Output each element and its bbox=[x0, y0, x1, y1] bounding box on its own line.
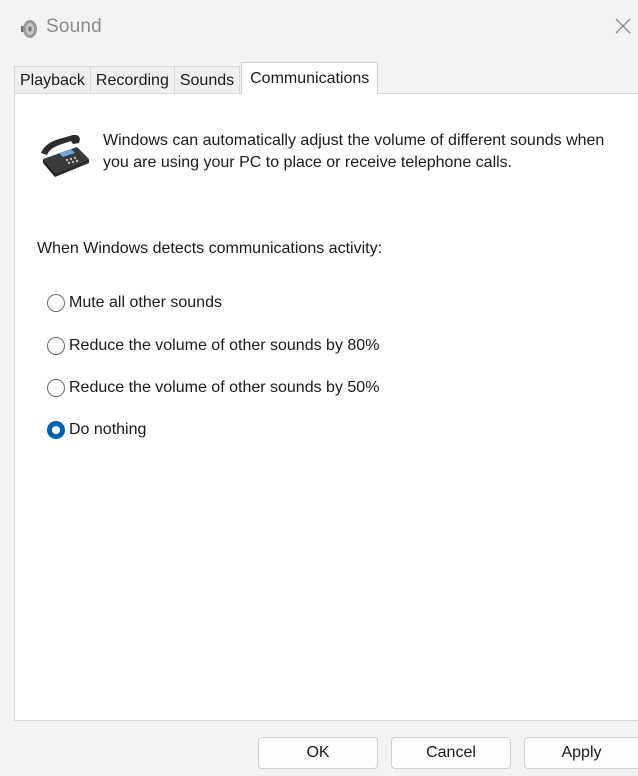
tab-sounds[interactable]: Sounds bbox=[173, 66, 241, 94]
title-bar: Sound bbox=[0, 0, 638, 58]
option-reduce-80[interactable]: Reduce the volume of other sounds by 80% bbox=[47, 337, 379, 355]
sound-dialog: Sound Playback Recording Sounds Communic… bbox=[0, 0, 638, 776]
ok-button[interactable]: OK bbox=[258, 737, 378, 769]
radio-button[interactable] bbox=[47, 294, 65, 312]
tab-playback[interactable]: Playback bbox=[14, 66, 91, 94]
tab-strip: Playback Recording Sounds Communications bbox=[14, 62, 379, 94]
telephone-icon bbox=[37, 129, 93, 181]
radio-button[interactable] bbox=[47, 421, 65, 439]
tab-communications[interactable]: Communications bbox=[241, 62, 379, 94]
radio-button[interactable] bbox=[47, 337, 65, 355]
tab-recording[interactable]: Recording bbox=[89, 66, 175, 94]
section-label: When Windows detects communications acti… bbox=[37, 240, 383, 257]
option-label: Reduce the volume of other sounds by 50% bbox=[69, 379, 380, 396]
close-button[interactable] bbox=[614, 10, 638, 46]
communications-panel: Windows can automatically adjust the vol… bbox=[14, 93, 638, 721]
radio-button[interactable] bbox=[47, 379, 65, 397]
option-label: Do nothing bbox=[69, 421, 147, 438]
communications-description: Windows can automatically adjust the vol… bbox=[103, 132, 605, 171]
option-reduce-50[interactable]: Reduce the volume of other sounds by 50% bbox=[47, 379, 379, 397]
option-label: Reduce the volume of other sounds by 80% bbox=[69, 337, 380, 354]
close-icon bbox=[614, 17, 632, 40]
option-label: Mute all other sounds bbox=[69, 294, 222, 311]
window-title: Sound bbox=[46, 16, 102, 37]
option-do-nothing[interactable]: Do nothing bbox=[47, 421, 146, 439]
option-mute-all[interactable]: Mute all other sounds bbox=[47, 294, 222, 312]
dialog-footer: OK Cancel Apply bbox=[0, 721, 638, 776]
cancel-button[interactable]: Cancel bbox=[391, 737, 511, 769]
speaker-icon bbox=[18, 18, 40, 40]
apply-button[interactable]: Apply bbox=[524, 737, 638, 769]
